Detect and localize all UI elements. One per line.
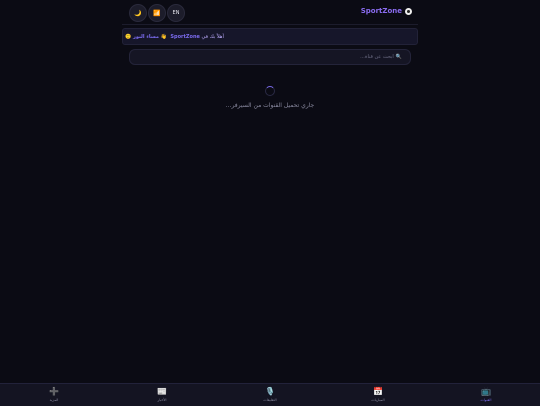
language-button[interactable]: EN (167, 4, 185, 22)
moon-icon: 🌙 (134, 9, 142, 17)
microphone-icon: 🎙️ (265, 387, 275, 396)
search-input[interactable] (130, 54, 394, 60)
nav-label-commentary: التعليقات (263, 398, 277, 402)
loading-message: جاري تحميل القنوات من السيرفر... (225, 102, 315, 109)
nav-item-matches[interactable]: 📅 المباريات (363, 387, 393, 402)
wave-icon: 👋 (160, 33, 167, 40)
welcome-greeting: مساء النور 🙂 (125, 33, 159, 40)
nav-label-news: الأخبار (157, 398, 167, 402)
plus-icon: ➕ (49, 387, 59, 396)
theme-toggle-button[interactable]: 🌙 (129, 4, 147, 22)
search-icon: 🔍 (395, 54, 402, 60)
search-bar[interactable]: 🔍 (129, 49, 411, 65)
nav-item-news[interactable]: 📰 الأخبار (147, 387, 177, 402)
top-header: 🌙 📶 EN SportZone (122, 0, 418, 25)
nav-item-commentary[interactable]: 🎙️ التعليقات (255, 387, 285, 402)
loading-spinner (265, 86, 275, 96)
calendar-icon: 📅 (373, 387, 383, 396)
newspaper-icon: 📰 (157, 387, 167, 396)
language-label: EN (172, 10, 180, 16)
tv-icon: 📺 (481, 387, 491, 396)
nav-item-more[interactable]: ➕ المزيد (39, 387, 69, 402)
welcome-brand: SportZone (170, 33, 200, 40)
welcome-banner: أهلاً بك في SportZone 👋 مساء النور 🙂 (122, 28, 418, 45)
nav-label-more: المزيد (49, 398, 59, 402)
signal-icon: 📶 (153, 9, 161, 17)
nav-item-channels[interactable]: 📺 القنوات (471, 387, 501, 402)
welcome-text: أهلاً بك في (201, 33, 224, 40)
signal-button[interactable]: 📶 (148, 4, 166, 22)
bottom-navigation: ➕ المزيد 📰 الأخبار 🎙️ التعليقات 📅 المبار… (0, 383, 540, 406)
nav-label-matches: المباريات (371, 398, 385, 402)
soccer-ball-icon (405, 7, 412, 15)
brand-name: SportZone (360, 7, 402, 15)
nav-label-channels: القنوات (480, 398, 492, 402)
brand-logo: SportZone (361, 7, 412, 15)
